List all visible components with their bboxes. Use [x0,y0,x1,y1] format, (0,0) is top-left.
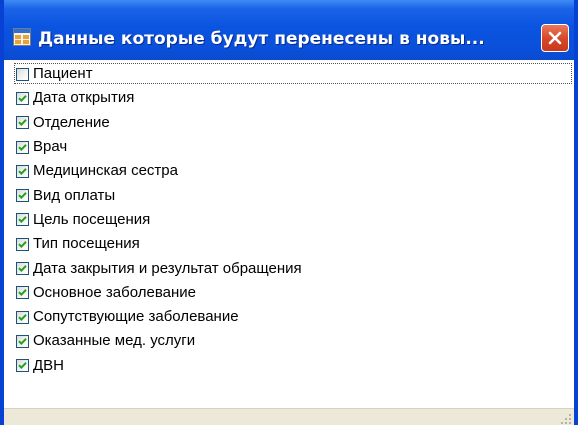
checklist-item-label: ДВН [33,356,64,374]
title-bar[interactable]: Данные которые будут перенесены в новы..… [4,0,574,60]
checklist-item[interactable]: Дата открытия [14,86,574,110]
checklist-item-label: Основное заболевание [33,283,196,301]
checklist-item[interactable]: Вид оплаты [14,183,574,207]
checkmark-icon [18,338,27,345]
checkmark-icon [18,167,27,175]
checklist-item[interactable]: Оказанные мед. услуги [14,329,574,353]
checkbox[interactable] [16,116,29,130]
resize-grip-icon[interactable] [560,413,572,425]
checklist-item-label: Тип посещения [33,235,140,253]
checklist-item[interactable]: Пациент [14,62,574,86]
focus-rectangle [14,63,572,84]
checklist-item-label: Врач [33,138,68,156]
checklist-item[interactable]: Отделение [14,111,574,135]
checklist-item[interactable]: Врач [14,135,574,159]
checkbox[interactable] [16,140,29,154]
checklist-item[interactable]: Основное заболевание [14,281,574,305]
fields-checklist: Пациент Дата открытия Отделение Врач Медицин… [14,62,574,378]
checklist-item[interactable]: Дата закрытия и результат обращения [14,256,574,280]
checklist-item[interactable]: Сопутствующие заболевание [14,305,574,329]
checkbox[interactable] [16,310,29,324]
dialog-window: Данные которые будут перенесены в новы..… [0,0,578,425]
checkmark-icon [18,192,27,200]
checkbox[interactable] [16,237,29,251]
checkmark-icon [18,289,27,297]
checklist-item-label: Оказанные мед. услуги [33,332,196,350]
checkbox[interactable] [16,213,29,227]
form-app-icon [13,28,31,46]
checkmark-icon [18,119,27,127]
checkbox[interactable] [16,286,29,300]
close-icon [548,31,562,45]
checkmark-icon [18,265,27,273]
checkbox[interactable] [16,189,29,203]
checklist-item-label: Вид оплаты [33,186,116,204]
checklist-item-label: Дата закрытия и результат обращения [33,259,302,277]
checklist-item[interactable]: Тип посещения [14,232,574,256]
checklist-item-label: Дата открытия [33,89,135,107]
checklist-item-label: Цель посещения [33,210,151,228]
checklist-item-label: Отделение [33,113,110,131]
checkmark-icon [18,240,27,248]
window-title: Данные которые будут перенесены в новы..… [38,29,485,49]
checkmark-icon [18,143,27,151]
checkbox[interactable] [16,359,29,373]
checklist-item[interactable]: Медицинская сестра [14,159,574,183]
checkbox[interactable] [16,262,29,276]
close-button[interactable] [541,24,569,52]
status-bar [4,408,574,425]
checkbox[interactable] [16,164,29,178]
checkbox[interactable] [16,91,29,105]
checklist-item-label: Сопутствующие заболевание [33,308,239,326]
checkbox[interactable] [16,334,29,348]
checklist-item[interactable]: ДВН [14,354,574,378]
checkmark-icon [18,313,27,321]
checklist-item-label: Медицинская сестра [33,162,178,180]
checkmark-icon [18,362,27,370]
checkmark-icon [18,216,27,224]
checkbox[interactable] [16,67,29,81]
checkmark-icon [18,95,27,102]
checklist-item[interactable]: Цель посещения [14,208,574,232]
client-area: Пациент Дата открытия Отделение Врач Медицин… [4,60,574,425]
